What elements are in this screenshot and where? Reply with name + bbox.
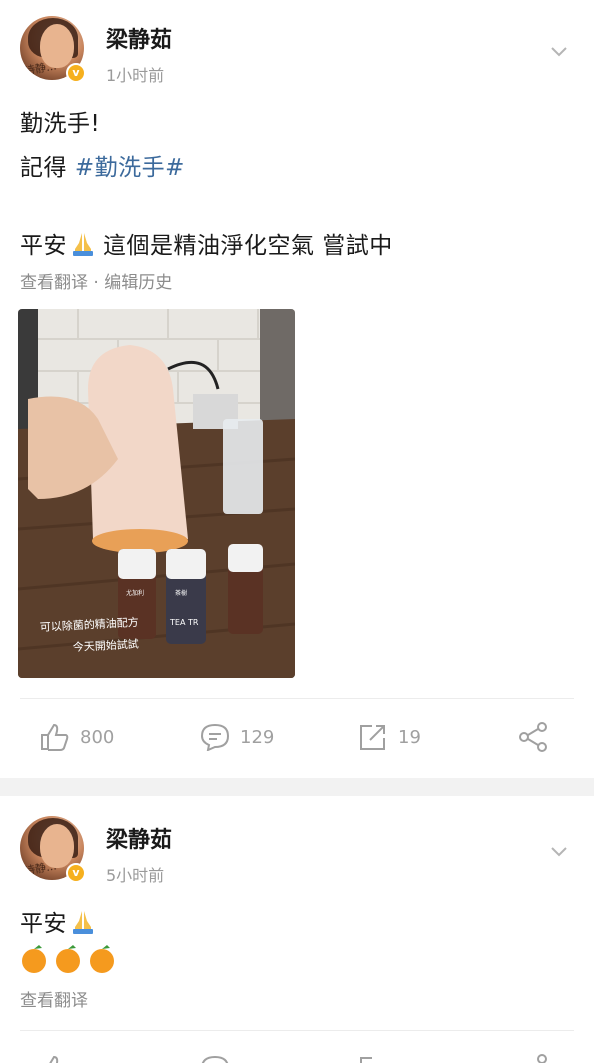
chevron-down-icon[interactable]: [550, 842, 568, 860]
post-text-line: 記得 #勤洗手#: [20, 148, 185, 182]
action-bar: [0, 1030, 594, 1063]
post-time: 1小时前: [106, 66, 165, 85]
avatar-signature: 诗静...: [23, 859, 58, 878]
comment-count: 129: [240, 726, 275, 748]
post-text: 這個是精油淨化空氣 嘗試中: [103, 233, 393, 259]
repost-button[interactable]: 19: [358, 722, 421, 752]
repost-count: 19: [398, 726, 421, 748]
like-button[interactable]: [40, 1054, 80, 1063]
chevron-down-icon[interactable]: [550, 42, 568, 60]
share-icon: [519, 722, 547, 752]
feed-post: 诗静... v 梁静茹 5小时前 平安 查看翻译: [0, 796, 594, 1063]
translate-history-links[interactable]: 查看翻译 · 编辑历史: [20, 268, 172, 293]
post-photo[interactable]: 尤加利 茶樹 TEA TR 可以除菌的精油配方 今天開始試試: [18, 309, 295, 678]
comment-button[interactable]: 129: [200, 722, 274, 752]
translate-link[interactable]: 查看翻译: [20, 986, 88, 1011]
hashtag-link[interactable]: #勤洗手#: [75, 155, 185, 181]
praying-hands-icon: [73, 911, 93, 934]
post-text: 記得: [20, 155, 67, 181]
bottle-label: TEA TR: [169, 618, 199, 627]
repost-button[interactable]: [358, 1054, 398, 1063]
post-text: 平安: [20, 911, 67, 937]
feed-post: 诗静... v 梁静茹 1小时前 勤洗手! 記得 #勤洗手# 平安 這個是精油淨…: [0, 0, 594, 778]
comment-icon: [201, 1055, 229, 1063]
like-button[interactable]: 800: [40, 722, 114, 752]
emoji-line: [20, 944, 120, 974]
praying-hands-icon: [73, 233, 93, 256]
author-name[interactable]: 梁静茹: [106, 822, 172, 854]
like-count: 800: [80, 726, 115, 748]
thumbs-up-icon: [49, 1055, 59, 1063]
tangerine-icon: [22, 945, 114, 973]
share-icon: [537, 1054, 547, 1063]
author-name[interactable]: 梁静茹: [106, 22, 172, 54]
post-header: 诗静... v 梁静茹 1小时前: [20, 16, 580, 88]
verified-badge-icon: v: [66, 863, 86, 883]
bottle-label: 尤加利: [126, 589, 144, 597]
action-bar: 800 129 19: [0, 698, 594, 778]
share-button[interactable]: [518, 722, 560, 752]
bottle-label: 茶樹: [175, 589, 187, 597]
repost-icon: [360, 1057, 372, 1063]
post-text-line: 平安: [20, 904, 97, 938]
post-text: 平安: [20, 233, 67, 259]
post-text-line: 勤洗手!: [20, 111, 101, 137]
verified-badge-icon: v: [66, 63, 86, 83]
share-button[interactable]: [518, 1054, 560, 1063]
comment-button[interactable]: [200, 1054, 240, 1063]
post-header: 诗静... v 梁静茹 5小时前: [20, 816, 580, 888]
repost-icon: [360, 725, 385, 750]
avatar-signature: 诗静...: [23, 59, 58, 78]
post-text-line: 平安 這個是精油淨化空氣 嘗試中: [20, 226, 393, 260]
post-separator: [0, 778, 594, 796]
post-time: 5小时前: [106, 866, 165, 885]
comment-icon: [200, 723, 230, 751]
thumbs-up-icon: [41, 723, 69, 751]
